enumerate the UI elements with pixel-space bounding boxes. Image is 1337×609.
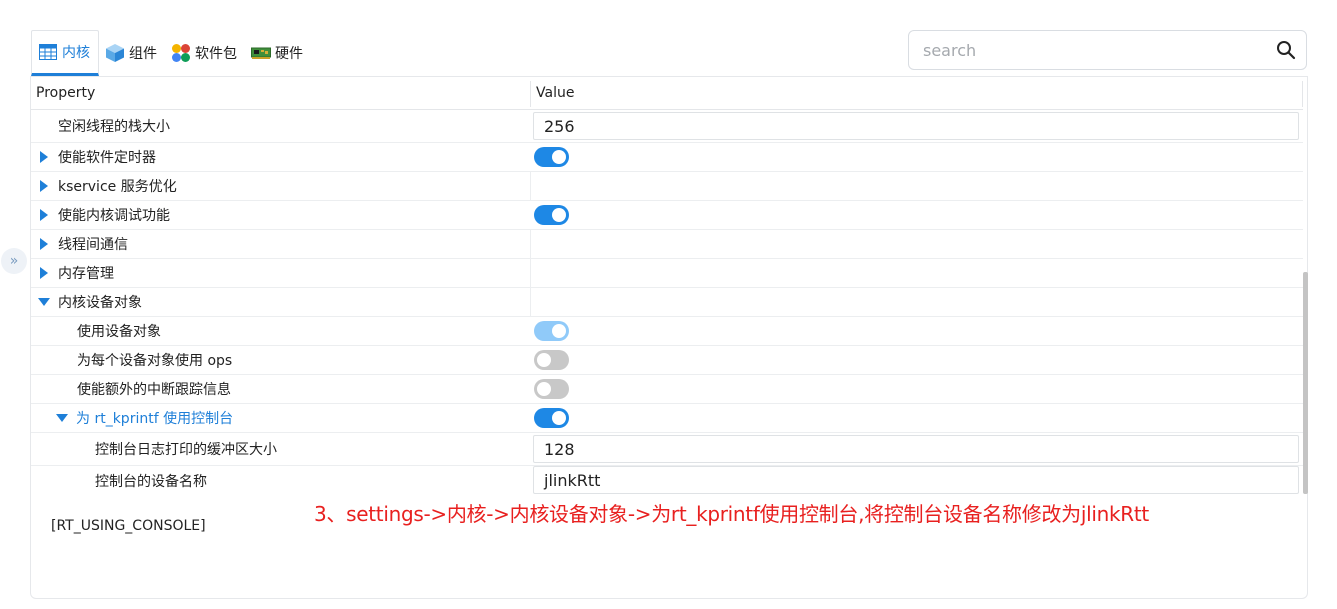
tab-bar: 内核 组件 软件包 硬件: [31, 30, 311, 76]
tab-components[interactable]: 组件: [99, 30, 165, 76]
property-grid: Property Value 空闲线程的栈大小 256 使能软件定时器 kser…: [31, 77, 1308, 495]
table-icon: [38, 42, 58, 62]
value-column-header[interactable]: Value: [536, 85, 574, 101]
grid-color-icon: [171, 43, 191, 63]
tab-kernel[interactable]: 内核: [31, 30, 99, 76]
tab-packages-label: 软件包: [195, 46, 237, 62]
red-annotation-text: 3、settings->内核->内核设备对象->为rt_kprintf使用控制台…: [314, 502, 1149, 526]
expand-arrow-icon[interactable]: [40, 238, 48, 250]
row-label: 空闲线程的栈大小: [58, 119, 170, 135]
tab-hardware-label: 硬件: [275, 46, 303, 62]
toggle-switch[interactable]: [534, 350, 569, 370]
row-label: 为 rt_kprintf 使用控制台: [76, 411, 234, 427]
expand-arrow-icon[interactable]: [40, 209, 48, 221]
row-label: 控制台日志打印的缓冲区大小: [95, 442, 277, 458]
toggle-switch[interactable]: [534, 408, 569, 428]
expand-arrow-icon[interactable]: [40, 151, 48, 163]
table-row[interactable]: 使能软件定时器: [31, 143, 1303, 172]
column-divider: [1302, 81, 1303, 107]
row-label: kservice 服务优化: [58, 179, 177, 195]
row-label: 内核设备对象: [58, 295, 142, 311]
search-box: [908, 30, 1307, 70]
row-label: 为每个设备对象使用 ops: [77, 353, 233, 369]
table-row[interactable]: 内存管理: [31, 259, 1303, 288]
row-label: 使用设备对象: [77, 324, 161, 340]
row-label: 内存管理: [58, 266, 114, 282]
table-row[interactable]: 线程间通信: [31, 230, 1303, 259]
expand-arrow-icon[interactable]: [40, 267, 48, 279]
board-icon: [251, 43, 271, 63]
table-row[interactable]: 使用设备对象: [31, 317, 1303, 346]
table-row[interactable]: 控制台日志打印的缓冲区大小 128: [31, 433, 1303, 466]
toggle-switch[interactable]: [534, 321, 569, 341]
search-input[interactable]: [909, 31, 1266, 69]
table-row[interactable]: 为 rt_kprintf 使用控制台: [31, 404, 1303, 433]
table-row[interactable]: 空闲线程的栈大小 256: [31, 110, 1303, 143]
table-row[interactable]: 内核设备对象: [31, 288, 1303, 317]
tab-hardware[interactable]: 硬件: [245, 30, 311, 76]
table-row[interactable]: kservice 服务优化: [31, 172, 1303, 201]
macro-name: [RT_USING_CONSOLE]: [51, 518, 206, 534]
tab-packages[interactable]: 软件包: [165, 30, 245, 76]
grid-header: Property Value: [31, 77, 1303, 110]
value-input[interactable]: jlinkRtt: [533, 466, 1299, 494]
toggle-switch[interactable]: [534, 205, 569, 225]
table-row[interactable]: 使能额外的中断跟踪信息: [31, 375, 1303, 404]
properties-panel: Property Value 空闲线程的栈大小 256 使能软件定时器 kser…: [30, 76, 1308, 599]
expand-arrow-icon[interactable]: [40, 180, 48, 192]
value-input[interactable]: 128: [533, 435, 1299, 463]
row-label: 使能额外的中断跟踪信息: [77, 382, 231, 398]
collapse-arrow-icon[interactable]: [56, 414, 68, 422]
table-row[interactable]: 控制台的设备名称 jlinkRtt: [31, 466, 1303, 495]
cube-icon: [105, 43, 125, 63]
table-row[interactable]: 为每个设备对象使用 ops: [31, 346, 1303, 375]
row-label: 使能内核调试功能: [58, 208, 170, 224]
toggle-switch[interactable]: [534, 379, 569, 399]
tab-components-label: 组件: [129, 46, 157, 62]
table-row[interactable]: 使能内核调试功能: [31, 201, 1303, 230]
toggle-switch[interactable]: [534, 147, 569, 167]
tab-kernel-label: 内核: [62, 45, 90, 61]
row-label: 控制台的设备名称: [95, 473, 207, 490]
row-label: 线程间通信: [58, 237, 128, 253]
property-column-header[interactable]: Property: [36, 85, 95, 101]
expand-sidebar-icon[interactable]: »: [1, 248, 27, 274]
column-divider[interactable]: [530, 81, 531, 107]
row-label: 使能软件定时器: [58, 150, 156, 166]
collapse-arrow-icon[interactable]: [38, 298, 50, 306]
search-icon[interactable]: [1266, 31, 1306, 69]
value-input[interactable]: 256: [533, 112, 1299, 140]
vertical-scrollbar[interactable]: [1303, 272, 1308, 494]
